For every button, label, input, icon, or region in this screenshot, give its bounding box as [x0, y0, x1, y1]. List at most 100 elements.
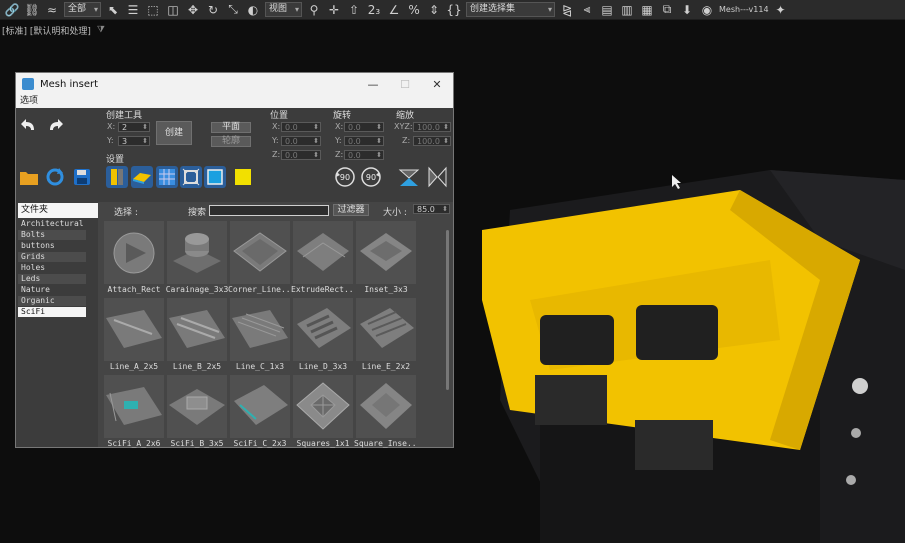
flip-horizontal-icon[interactable] [426, 166, 448, 188]
percent-snap-icon[interactable]: % [406, 2, 422, 18]
mode-door-icon[interactable] [106, 166, 128, 188]
scale-xyz-spinner[interactable]: 100.0 [413, 122, 451, 132]
selection-filter-select[interactable]: 全部 [64, 2, 102, 17]
mesh-tile[interactable]: ExtrudeRect... [291, 221, 355, 296]
create-y-spinner[interactable]: 3 [118, 136, 150, 146]
edit-named-selection-icon[interactable]: {} [446, 2, 462, 18]
keyboard-shortcut-icon[interactable]: ⇧ [346, 2, 362, 18]
mesh-tile[interactable]: Line_C_1x3 [230, 298, 290, 373]
schematic-view-icon[interactable]: ⧉ [659, 2, 675, 18]
outline-button[interactable]: 轮廓 [211, 136, 251, 147]
save-icon[interactable] [71, 166, 93, 188]
mesh-tile[interactable]: Squares_1x1 [293, 375, 353, 450]
window-crossing-icon[interactable]: ◫ [165, 2, 181, 18]
flip-vertical-icon[interactable] [398, 166, 420, 188]
mesh-tile[interactable]: Attach_Rect [104, 221, 164, 296]
mesh-tile[interactable]: Line_D_3x3 [293, 298, 353, 373]
redo-icon[interactable] [44, 114, 66, 136]
folder-item[interactable]: Leds [18, 274, 86, 284]
spinner-snap-icon[interactable]: ⇕ [426, 2, 442, 18]
mirror-icon[interactable]: ⧎ [559, 2, 575, 18]
mesh-tile[interactable]: Inset_3x3 [356, 221, 416, 296]
mesh-tile[interactable]: SciFi_A_2x6 [104, 375, 164, 450]
placement-icon[interactable]: ◐ [245, 2, 261, 18]
pos-y-label: Y: [272, 136, 279, 145]
layer-explorer-icon[interactable]: ▤ [599, 2, 615, 18]
reference-coord-select[interactable]: 视图 [265, 2, 303, 17]
mesh-tile[interactable]: Carainage_3x3 [166, 221, 228, 296]
mode-frame-icon[interactable] [180, 166, 202, 188]
pos-z-spinner[interactable]: 0.0 [281, 150, 321, 160]
folder-item[interactable]: Organic [18, 296, 86, 306]
render-setup-icon[interactable]: ⬇ [679, 2, 695, 18]
filter-button[interactable]: 过滤器 [333, 204, 369, 216]
folder-item[interactable]: Grids [18, 252, 86, 262]
create-x-spinner[interactable]: 2 [118, 122, 150, 132]
create-y-label: Y: [107, 136, 114, 145]
color-swatch-icon[interactable] [232, 166, 254, 188]
mesh-caption: Line_C_1x3 [235, 362, 285, 371]
undo-icon[interactable] [18, 114, 40, 136]
search-input[interactable] [209, 205, 329, 216]
viewport-scene[interactable] [440, 150, 905, 543]
folder-item-selected[interactable]: SciFi [18, 307, 86, 317]
menu-options[interactable]: 选项 [16, 95, 453, 108]
select-object-icon[interactable]: ⬉ [105, 2, 121, 18]
maximize-button[interactable]: ☐ [389, 78, 421, 91]
folder-item[interactable]: Holes [18, 263, 86, 273]
scale-z-spinner[interactable]: 100.0 [413, 136, 451, 146]
rotate-icon[interactable]: ↻ [205, 2, 221, 18]
mesh-caption: Square_Inse... [354, 439, 418, 448]
rotate-cw-90-button[interactable]: 90 [360, 166, 382, 188]
manipulate-icon[interactable]: ✛ [326, 2, 342, 18]
bind-spacewarp-icon[interactable]: ≈ [44, 2, 60, 18]
size-spinner[interactable]: 85.0 [413, 204, 450, 214]
mesh-tile[interactable]: SciFi_B_3x5 [167, 375, 227, 450]
pos-y-spinner[interactable]: 0.0 [281, 136, 321, 146]
folder-item[interactable]: Architectural [18, 219, 86, 229]
folder-item[interactable]: Bolts [18, 230, 86, 240]
pos-x-spinner[interactable]: 0.0 [281, 122, 321, 132]
rot-y-spinner[interactable]: 0.0 [344, 136, 384, 146]
pivot-icon[interactable]: ⚲ [306, 2, 322, 18]
filter-icon[interactable]: ⧩ [97, 25, 105, 35]
select-by-name-icon[interactable]: ☰ [125, 2, 141, 18]
mesh-tile[interactable]: Line_B_2x5 [167, 298, 227, 373]
snaps-toggle-icon[interactable]: 2₃ [366, 2, 382, 18]
link-icon[interactable]: 🔗 [4, 2, 20, 18]
mode-square-icon[interactable] [204, 166, 226, 188]
rotate-ccw-90-button[interactable]: 90 [334, 166, 356, 188]
folder-item[interactable]: Nature [18, 285, 86, 295]
mesh-tile[interactable]: Corner_Line... [228, 221, 292, 296]
toggle-ribbon-icon[interactable]: ▥ [619, 2, 635, 18]
align-icon[interactable]: ⫷ [579, 2, 595, 18]
rect-selection-icon[interactable]: ⬚ [145, 2, 161, 18]
create-button[interactable]: 创建 [156, 121, 192, 145]
plane-button[interactable]: 平面 [211, 122, 251, 133]
move-icon[interactable]: ✥ [185, 2, 201, 18]
folder-open-icon[interactable] [18, 166, 40, 188]
mesh-tile[interactable]: Square_Inse... [354, 375, 418, 450]
unlink-icon[interactable]: ⛓ [24, 2, 40, 18]
mode-surface-icon[interactable] [131, 166, 153, 188]
close-button[interactable]: ✕ [421, 78, 453, 91]
window-titlebar: Mesh insert — ☐ ✕ [16, 73, 453, 95]
mesh-tile[interactable]: Line_A_2x5 [104, 298, 164, 373]
mode-grid-icon[interactable] [156, 166, 178, 188]
grid-scrollbar[interactable] [446, 230, 449, 390]
folder-item[interactable]: buttons [18, 241, 86, 251]
material-editor-icon[interactable]: ◉ [699, 2, 715, 18]
scale-icon[interactable]: ⤡ [225, 2, 241, 18]
mesh-tile[interactable]: Line_E_2x2 [356, 298, 416, 373]
folder-panel: 文件夹 Architectural Bolts buttons Grids Ho… [16, 202, 98, 447]
curve-editor-icon[interactable]: ▦ [639, 2, 655, 18]
named-selection-set-select[interactable]: 创建选择集 [466, 2, 556, 17]
mesh-tile[interactable]: SciFi_C_2x3 [230, 375, 290, 450]
rot-x-spinner[interactable]: 0.0 [344, 122, 384, 132]
rot-z-spinner[interactable]: 0.0 [344, 150, 384, 160]
refresh-icon[interactable] [44, 166, 66, 188]
mesh-grid: Attach_Rect Carainage_3x3 Corner_Line...… [104, 221, 418, 448]
angle-snap-icon[interactable]: ∠ [386, 2, 402, 18]
minimize-button[interactable]: — [357, 78, 389, 91]
render-icon[interactable]: ✦ [773, 2, 789, 18]
